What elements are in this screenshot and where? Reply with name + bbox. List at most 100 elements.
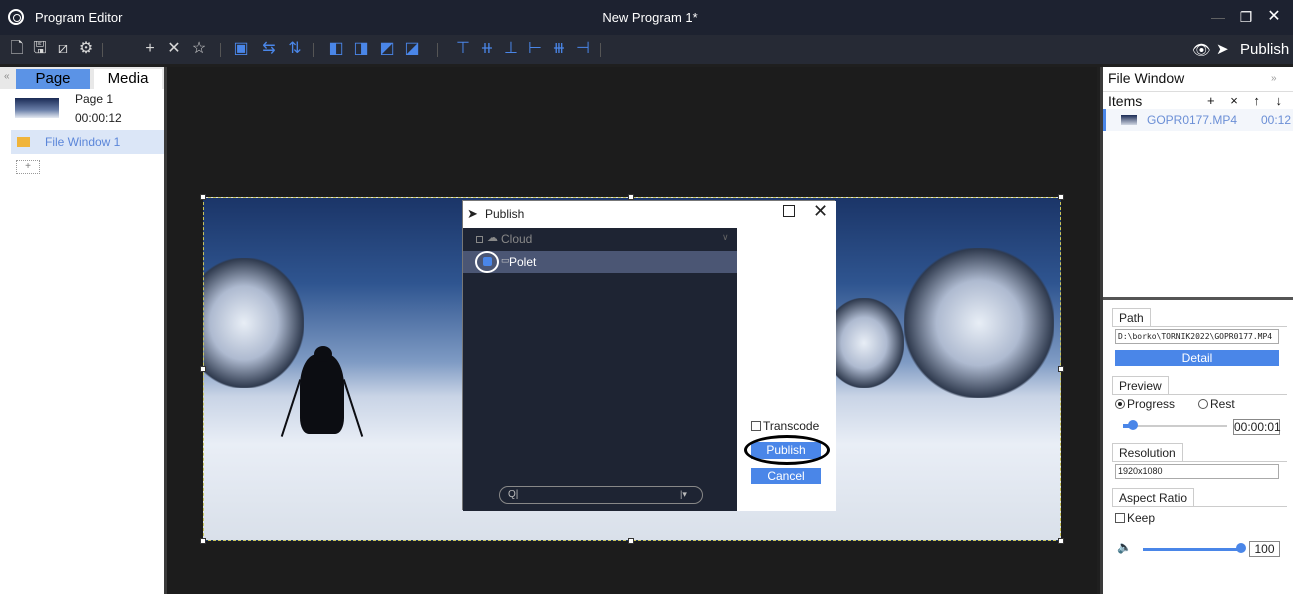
- publish-dialog: ➤ Publish ✕ ☁ Cloud ∨ ▭ Polet Q| |▾ Tran…: [462, 200, 836, 511]
- volume-slider[interactable]: [1143, 548, 1238, 551]
- resize-handle[interactable]: [1058, 366, 1064, 372]
- collapse-right-icon[interactable]: »: [1271, 73, 1277, 84]
- toolbar-divider: [313, 43, 314, 57]
- add-page-button[interactable]: +: [16, 160, 40, 174]
- resize-handle[interactable]: [200, 366, 206, 372]
- settings-gear-icon[interactable]: ⚙: [77, 40, 95, 58]
- page-name[interactable]: Page 1: [75, 92, 113, 106]
- minimize-icon[interactable]: —: [1207, 7, 1229, 27]
- align-left-icon[interactable]: ⊢: [526, 40, 544, 58]
- align-center-icon[interactable]: ⧻: [550, 40, 568, 58]
- app-logo-icon: [8, 9, 24, 25]
- preview-time-field[interactable]: 00:00:01: [1233, 419, 1281, 435]
- tab-page[interactable]: Page: [16, 69, 90, 89]
- path-field[interactable]: D:\borko\TORNIK2022\GOPR0177.MP4: [1115, 329, 1279, 344]
- align-middle-icon[interactable]: ⧺: [478, 40, 496, 58]
- publish-send-icon[interactable]: ➤: [1216, 40, 1229, 58]
- clear-icon[interactable]: ☆: [190, 40, 208, 58]
- document-title: New Program 1*: [602, 10, 698, 25]
- folder-icon: [17, 137, 30, 147]
- panel-splitter[interactable]: [1103, 297, 1293, 300]
- send-back-icon[interactable]: ◨: [352, 40, 370, 58]
- volume-slider-knob[interactable]: [1236, 543, 1246, 553]
- cloud-label: Cloud: [501, 232, 533, 246]
- fit-window-icon[interactable]: ▣: [232, 40, 250, 58]
- page-panel: « Page Media Page 1 00:00:12 File Window…: [0, 67, 164, 594]
- publish-toolbar-button[interactable]: Publish: [1240, 41, 1289, 58]
- transcode-checkbox[interactable]: Transcode: [751, 419, 819, 433]
- transcode-label: Transcode: [763, 419, 820, 433]
- video-thumbnail: [1121, 115, 1137, 125]
- preview-eye-icon[interactable]: 👁: [1192, 41, 1211, 59]
- snowy-tree: [904, 248, 1054, 398]
- keep-label: Keep: [1127, 511, 1156, 525]
- search-dropdown-icon[interactable]: |▾: [680, 489, 687, 500]
- search-icon: Q|: [508, 489, 519, 500]
- page-duration: 00:00:12: [75, 111, 122, 125]
- keep-checkbox[interactable]: Keep: [1115, 511, 1155, 525]
- resize-handle[interactable]: [628, 538, 634, 544]
- resize-handle[interactable]: [200, 194, 206, 200]
- send-backward-icon[interactable]: ◪: [403, 40, 421, 58]
- delete-icon[interactable]: ✕: [165, 40, 183, 58]
- export-icon[interactable]: ⧄: [54, 40, 72, 58]
- page-thumbnail[interactable]: [15, 98, 59, 118]
- checkbox-box[interactable]: [751, 421, 761, 431]
- publish-options: Transcode Publish Cancel: [737, 228, 836, 511]
- tab-path[interactable]: Path: [1112, 308, 1151, 326]
- item-actions[interactable]: + × ↑ ↓: [1207, 93, 1288, 108]
- tab-aspect-ratio[interactable]: Aspect Ratio: [1112, 488, 1195, 506]
- highlight-circle: [475, 251, 499, 273]
- tab-preview[interactable]: Preview: [1112, 376, 1169, 394]
- cloud-group-row[interactable]: ☁ Cloud ∨: [463, 228, 737, 250]
- align-top-icon[interactable]: ⊤: [454, 40, 472, 58]
- search-input[interactable]: Q| |▾: [499, 486, 703, 504]
- new-file-icon[interactable]: 🗋: [8, 40, 26, 58]
- program-editor-window: Program Editor New Program 1* — ❐ ✕ 🗋 🖫 …: [0, 0, 1293, 594]
- preview-slider-knob[interactable]: [1128, 420, 1138, 430]
- resize-handle[interactable]: [1058, 538, 1064, 544]
- item-duration: 00:12: [1261, 113, 1292, 127]
- restore-icon[interactable]: ❐: [1235, 7, 1257, 27]
- toolbar-divider: [220, 43, 221, 57]
- volume-field[interactable]: 100: [1249, 541, 1280, 557]
- media-item[interactable]: GOPR0177.MP4 00:12: [1103, 109, 1293, 131]
- tab-media[interactable]: Media: [94, 69, 162, 89]
- collapse-left-icon[interactable]: «: [4, 71, 10, 82]
- toolbar-divider: [437, 43, 438, 57]
- checkbox-box[interactable]: [1115, 513, 1125, 523]
- progress-radio[interactable]: Progress: [1115, 397, 1175, 411]
- device-row-polet[interactable]: ▭ Polet: [463, 251, 737, 273]
- fit-height-icon[interactable]: ⇅: [286, 40, 304, 58]
- maximize-icon[interactable]: [783, 205, 795, 217]
- radio-dot[interactable]: [1115, 399, 1125, 409]
- ski-pole: [342, 379, 364, 437]
- align-bottom-icon[interactable]: ⊥: [502, 40, 520, 58]
- align-right-icon[interactable]: ⊣: [574, 40, 592, 58]
- cloud-checkbox[interactable]: [476, 236, 483, 243]
- resize-handle[interactable]: [1058, 194, 1064, 200]
- section-divider: [1112, 394, 1287, 395]
- chevron-down-icon[interactable]: ∨: [722, 232, 729, 243]
- rest-radio[interactable]: Rest: [1198, 397, 1235, 411]
- preview-slider[interactable]: [1123, 425, 1227, 427]
- close-icon[interactable]: ✕: [813, 201, 828, 222]
- layer-label: File Window 1: [45, 135, 121, 149]
- add-icon[interactable]: +: [141, 40, 159, 58]
- save-icon[interactable]: 🖫: [31, 40, 49, 58]
- detail-button[interactable]: Detail: [1115, 350, 1279, 366]
- resolution-field[interactable]: 1920x1080: [1115, 464, 1279, 479]
- radio-dot[interactable]: [1198, 399, 1208, 409]
- close-window-icon[interactable]: ✕: [1263, 7, 1285, 27]
- cancel-button[interactable]: Cancel: [751, 468, 821, 484]
- fit-width-icon[interactable]: ⇆: [260, 40, 278, 58]
- tab-resolution[interactable]: Resolution: [1112, 443, 1183, 461]
- layer-file-window-1[interactable]: File Window 1: [11, 130, 164, 154]
- items-label: Items: [1108, 93, 1143, 109]
- snowy-tree: [824, 298, 904, 388]
- resize-handle[interactable]: [200, 538, 206, 544]
- bring-forward-icon[interactable]: ◩: [378, 40, 396, 58]
- bring-front-icon[interactable]: ◧: [327, 40, 345, 58]
- app-title: Program Editor: [35, 10, 123, 25]
- volume-icon[interactable]: 🔈: [1117, 540, 1132, 554]
